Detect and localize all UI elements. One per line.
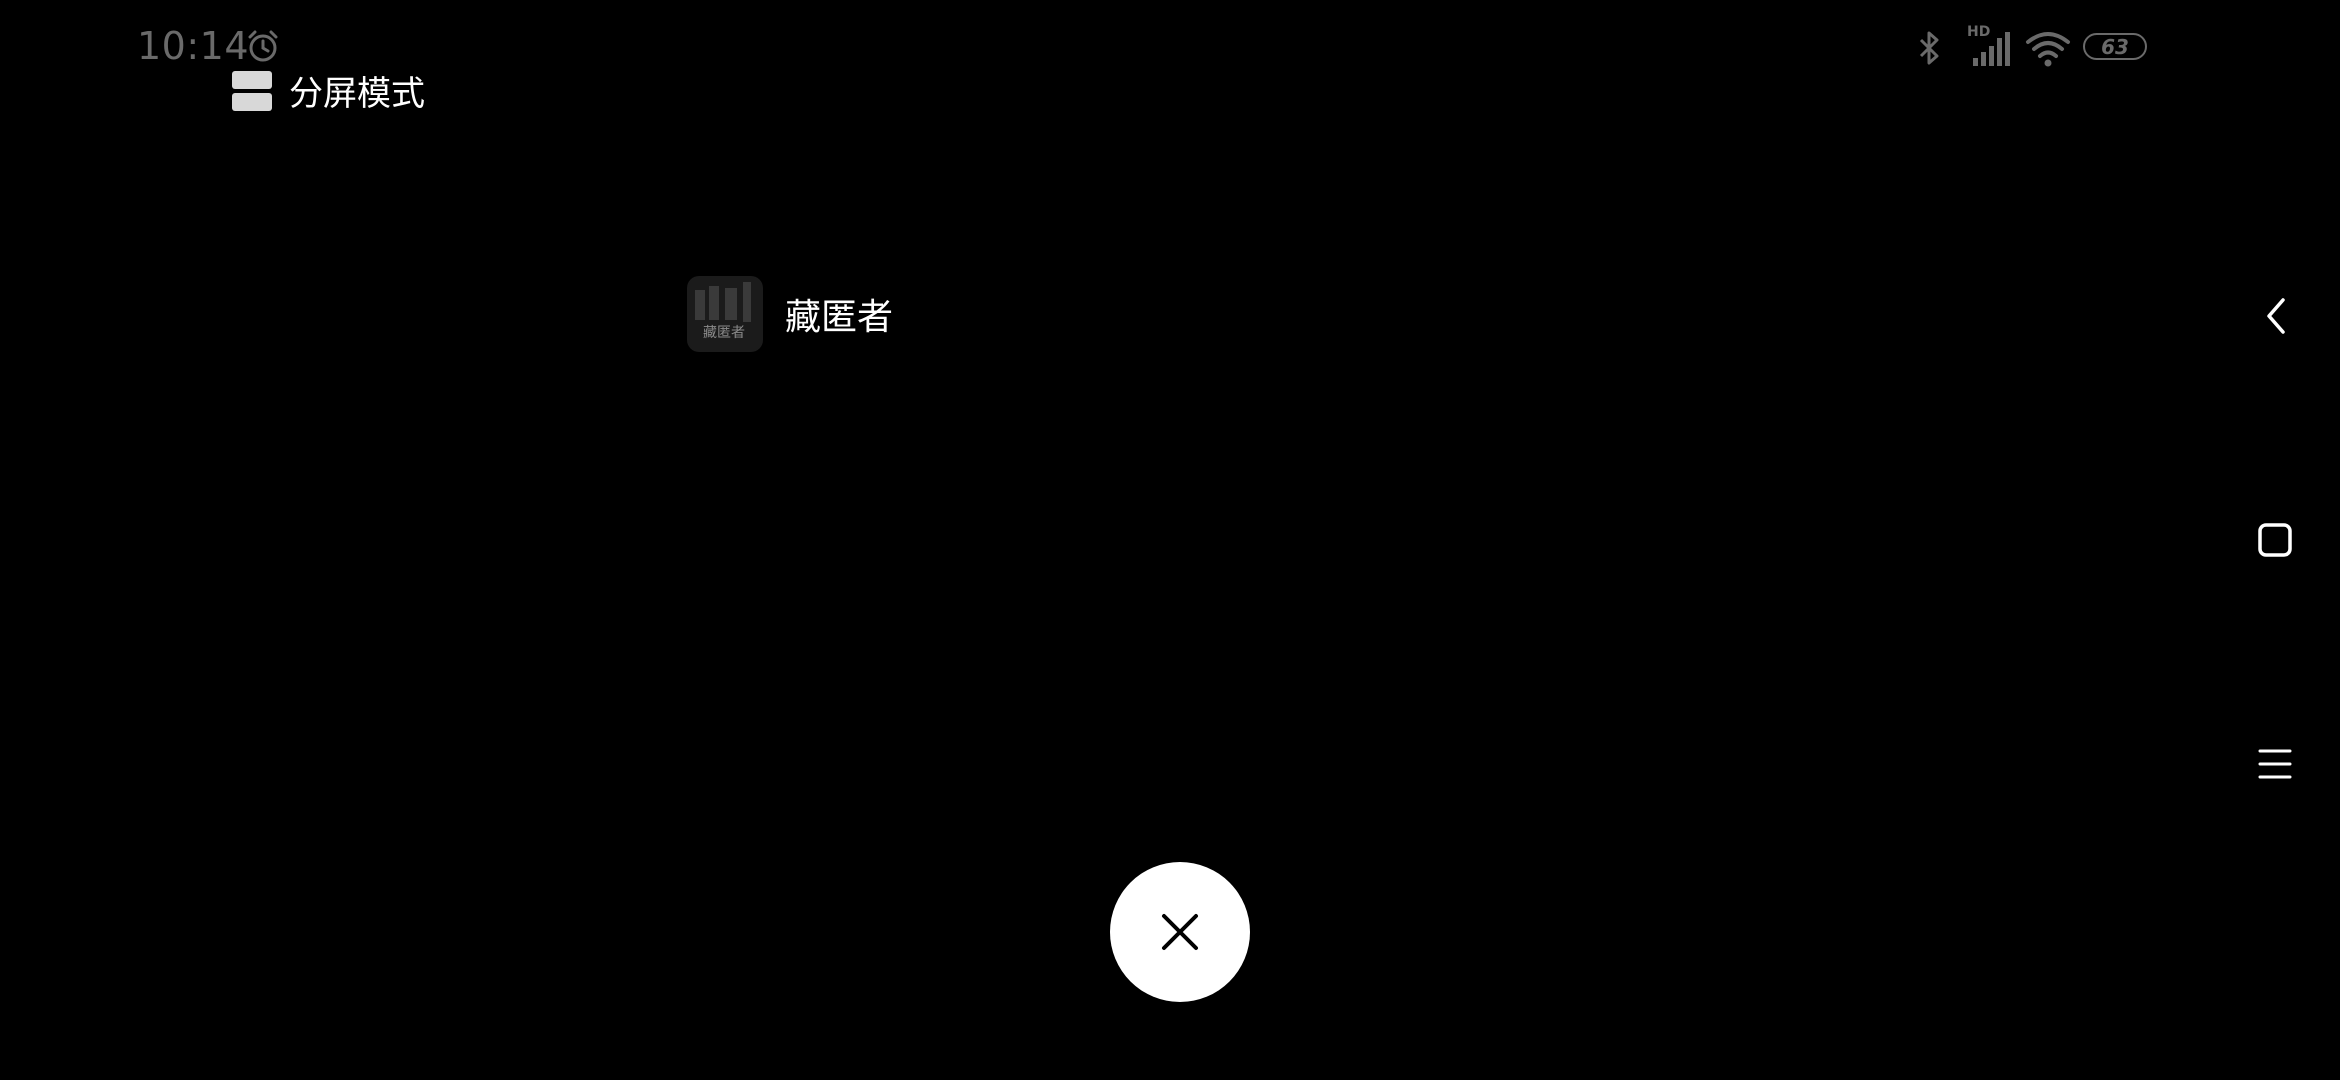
alarm-icon — [248, 30, 278, 62]
wifi-icon — [2026, 32, 2070, 67]
back-icon — [2267, 298, 2285, 334]
app-label: 藏匿者 — [785, 297, 894, 338]
app-icon: 藏匿者 — [687, 276, 763, 352]
close-button[interactable] — [1110, 862, 1250, 1002]
hd-label: HD — [1967, 24, 1991, 40]
battery-level: 63 — [2101, 34, 2129, 59]
split-mode-title: 分屏模式 — [289, 74, 425, 114]
bluetooth-icon — [1919, 31, 1939, 65]
home-icon — [2258, 523, 2292, 557]
close-icon — [1162, 914, 1198, 950]
menu-icon — [2258, 749, 2292, 779]
split-screen-icon — [232, 70, 272, 111]
battery-indicator: 63 — [2083, 33, 2147, 60]
app-item[interactable]: 藏匿者 藏匿者 — [687, 276, 893, 352]
back-button[interactable] — [2248, 286, 2308, 346]
menu-button[interactable] — [2245, 734, 2305, 794]
app-icon-text: 藏匿者 — [703, 325, 745, 341]
status-time: 10:14 — [137, 24, 250, 68]
split-mode-header: 分屏模式 — [232, 66, 425, 115]
home-button[interactable] — [2245, 510, 2305, 570]
